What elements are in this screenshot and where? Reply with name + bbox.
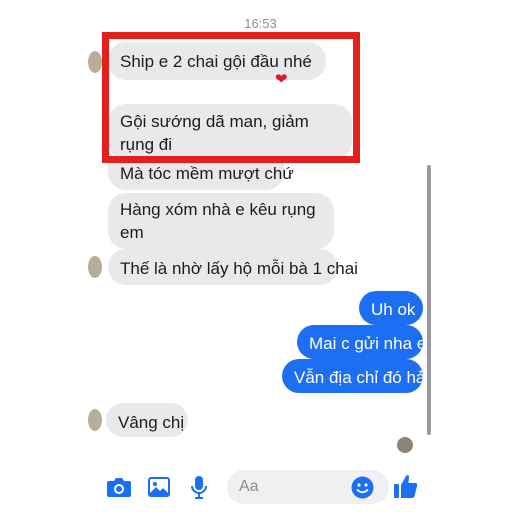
message-input-placeholder: Aa [239,478,259,495]
camera-icon[interactable] [106,476,132,498]
message-outgoing[interactable]: Uh ok [359,291,423,325]
image-icon[interactable] [147,476,171,498]
thumbs-up-icon[interactable] [393,473,419,500]
timestamp: 16:53 [244,16,277,31]
message-incoming[interactable]: Vâng chị [106,403,188,437]
message-text: Vẫn địa chỉ đó hả [294,368,426,387]
message-outgoing[interactable]: Mai c gửi nha e [297,325,427,359]
sender-avatar[interactable] [88,51,102,73]
message-incoming[interactable]: Thế là nhờ lấy hộ mỗi bà 1 chai [108,249,358,285]
scrollbar[interactable] [427,165,431,435]
message-text: Thế là nhờ lấy hộ mỗi bà 1 chai [120,259,358,278]
message-text: Vâng chị [118,413,185,432]
highlight-box [102,32,360,163]
seen-avatar [397,437,413,453]
message-outgoing[interactable]: Vẫn địa chỉ đó hả [282,359,426,393]
message-text: Uh ok [371,300,416,319]
message-text: Mai c gửi nha e [309,334,427,353]
message-text: Mà tóc mềm mượt chứ [120,164,294,183]
message-incoming[interactable]: Mà tóc mềm mượt chứ [108,160,294,190]
emoji-icon[interactable] [351,476,374,499]
message-text: Hàng xóm nhà e kêu rụng em [120,200,316,242]
message-incoming[interactable]: Hàng xóm nhà e kêu rụng em giới thiệu [108,193,334,265]
sender-avatar[interactable] [88,409,102,431]
sender-avatar[interactable] [88,256,102,278]
microphone-icon[interactable] [191,475,207,500]
